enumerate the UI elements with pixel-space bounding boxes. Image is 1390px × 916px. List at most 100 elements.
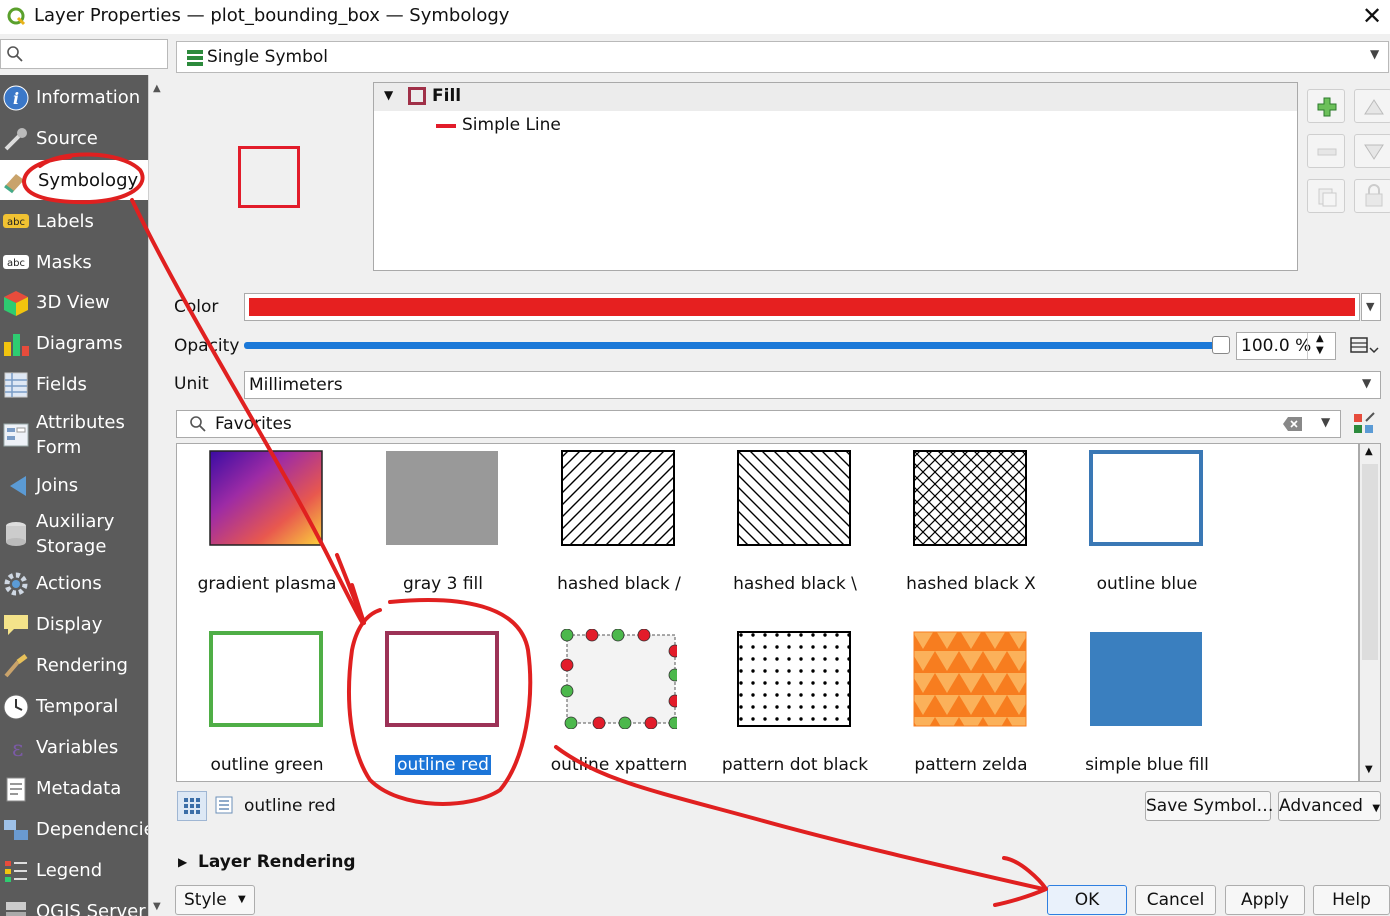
symbol-outline-blue[interactable]: outline blue: [1057, 446, 1207, 616]
sidebar-item-fields[interactable]: Fields: [0, 368, 148, 402]
sidebar-item-source[interactable]: Source: [0, 122, 148, 156]
unit-value: Millimeters: [249, 375, 343, 395]
opacity-label: Opacity: [174, 336, 240, 356]
scroll-thumb[interactable]: [1362, 464, 1378, 660]
source-wrench-icon: [4, 128, 27, 151]
sidebar-item-legend[interactable]: Legend: [0, 854, 148, 888]
sidebar-item-3d-view[interactable]: 3D View: [0, 286, 148, 320]
symbol-hashed-black-x[interactable]: hashed black X: [881, 446, 1036, 616]
sidebar-item-joins[interactable]: Joins: [0, 469, 148, 503]
ok-button[interactable]: OK: [1047, 885, 1127, 915]
color-button[interactable]: [244, 293, 1360, 321]
spin-down-icon[interactable]: ▼: [1316, 345, 1324, 356]
library-scrollbar[interactable]: ▲ ▼: [1359, 443, 1381, 782]
tree-row-simple-line[interactable]: Simple Line: [434, 113, 934, 139]
advanced-button[interactable]: Advanced ▼: [1278, 791, 1381, 821]
opacity-slider-track[interactable]: [244, 342, 1219, 349]
symbol-gradient-plasma[interactable]: gradient plasma: [177, 446, 336, 616]
sidebar-item-label: QGIS Server: [36, 901, 146, 916]
unit-combo[interactable]: Millimeters ▼: [244, 371, 1381, 399]
sidebar-item-symbology[interactable]: Symbology: [0, 160, 148, 200]
sidebar-item-diagrams[interactable]: Diagrams: [0, 327, 148, 361]
sidebar-scrollbar[interactable]: ▲ ▼: [148, 75, 168, 916]
selected-symbol-name: outline red: [395, 755, 491, 775]
symbol-outline-xpattern[interactable]: outline xpattern: [529, 627, 687, 781]
tree-fill-label: Fill: [432, 86, 462, 106]
symbol-name: pattern zelda: [914, 755, 1028, 775]
scroll-up-icon[interactable]: ▲: [153, 83, 161, 94]
chevron-down-icon[interactable]: ▼: [1321, 415, 1330, 429]
sidebar-item-qgis-server[interactable]: QGIS Server: [0, 895, 148, 916]
help-button[interactable]: Help: [1313, 885, 1390, 915]
save-symbol-button[interactable]: Save Symbol…: [1145, 791, 1273, 821]
symbol-pattern-dot-black[interactable]: pattern dot black: [705, 627, 868, 781]
sidebar-item-masks[interactable]: abc Masks: [0, 245, 148, 279]
sidebar-item-label: Masks: [36, 252, 92, 273]
list-view-icon: [215, 796, 233, 814]
spin-up-icon[interactable]: ▲: [1316, 333, 1324, 344]
remove-symbol-layer-button[interactable]: [1307, 134, 1345, 168]
move-up-button[interactable]: [1354, 89, 1390, 123]
style-button[interactable]: Style ▼: [175, 885, 255, 915]
opacity-spinbox[interactable]: 100.0 % ▲ ▼: [1236, 332, 1336, 360]
duplicate-icon: [1318, 188, 1337, 207]
cancel-button[interactable]: Cancel: [1135, 885, 1216, 915]
symbol-library-grid[interactable]: gradient plasma gray 3 fill hashed black…: [176, 443, 1359, 782]
sidebar-item-label: Variables: [36, 737, 119, 758]
add-symbol-layer-button[interactable]: [1307, 89, 1345, 123]
duplicate-symbol-layer-button[interactable]: [1307, 179, 1345, 213]
symbol-simple-blue-fill[interactable]: simple blue fill: [1057, 627, 1209, 781]
style-manager-icon[interactable]: [1352, 412, 1378, 436]
sidebar-item-display[interactable]: Display: [0, 608, 148, 642]
sidebar-item-label: Legend: [36, 860, 103, 881]
masks-abc-icon: abc: [3, 255, 29, 269]
sidebar-item-variables[interactable]: ε Variables: [0, 731, 148, 765]
list-view-button[interactable]: [210, 791, 240, 821]
renderer-combo[interactable]: Single Symbol ▼: [176, 41, 1389, 73]
symbol-gray-3-fill[interactable]: gray 3 fill: [353, 446, 503, 616]
layer-rendering-section[interactable]: ▶ Layer Rendering: [178, 852, 438, 876]
opacity-value: 100.0 %: [1241, 336, 1312, 356]
spin-arrows[interactable]: ▲ ▼: [1307, 333, 1335, 359]
symbol-outline-green[interactable]: outline green: [177, 627, 327, 781]
sidebar-item-metadata[interactable]: Metadata: [0, 772, 148, 806]
scroll-up-icon[interactable]: ▲: [1365, 446, 1373, 457]
symbol-name: hashed black /: [557, 574, 681, 594]
opacity-slider-handle[interactable]: [1212, 336, 1230, 354]
tree-row-fill[interactable]: ▼ Fill: [374, 83, 1297, 111]
clear-icon[interactable]: [1282, 416, 1304, 432]
data-defined-override-icon[interactable]: [1348, 334, 1382, 358]
sidebar-item-rendering[interactable]: Rendering: [0, 649, 148, 683]
symbol-layer-tree[interactable]: ▼ Fill Simple Line: [373, 82, 1298, 271]
sidebar-item-label: Dependencies: [36, 819, 148, 840]
symbol-pattern-zelda[interactable]: pattern zelda: [881, 627, 1031, 781]
symbol-outline-red[interactable]: outline red: [353, 627, 503, 781]
qgis-logo-icon: [7, 7, 26, 26]
expand-arrow-icon[interactable]: ▼: [384, 88, 393, 102]
move-down-button[interactable]: [1354, 134, 1390, 168]
symbol-preview: [174, 82, 364, 272]
sidebar-item-label: Metadata: [36, 778, 122, 799]
sidebar-item-label: Labels: [36, 211, 94, 232]
scroll-down-icon[interactable]: ▼: [1365, 764, 1373, 775]
apply-button[interactable]: Apply: [1225, 885, 1305, 915]
sidebar-item-auxiliary-storage[interactable]: Auxiliary Storage: [0, 508, 148, 564]
icon-view-button[interactable]: [177, 791, 207, 821]
sidebar-item-labels[interactable]: abc Labels: [0, 204, 148, 238]
fields-icon: [4, 372, 28, 398]
scroll-down-icon[interactable]: ▼: [153, 901, 161, 912]
symbol-library-filter[interactable]: Favorites ▼: [176, 410, 1341, 438]
sidebar-item-actions[interactable]: Actions: [0, 567, 148, 601]
sidebar-item-dependencies[interactable]: Dependencies: [0, 813, 148, 847]
symbol-hashed-black-slash[interactable]: hashed black /: [529, 446, 681, 616]
sidebar-item-temporal[interactable]: Temporal: [0, 690, 148, 724]
sidebar-item-attributes-form[interactable]: Attributes Form: [0, 409, 148, 465]
color-menu-button[interactable]: ▼: [1361, 293, 1381, 321]
fill-symbol-icon: [408, 87, 426, 105]
close-icon[interactable]: ✕: [1358, 2, 1386, 30]
sidebar-search-input[interactable]: [0, 39, 168, 69]
symbol-hashed-black-backslash[interactable]: hashed black \: [705, 446, 857, 616]
search-icon: [7, 46, 23, 62]
sidebar-item-information[interactable]: i Information: [0, 81, 148, 115]
lock-layer-button[interactable]: [1354, 179, 1390, 213]
